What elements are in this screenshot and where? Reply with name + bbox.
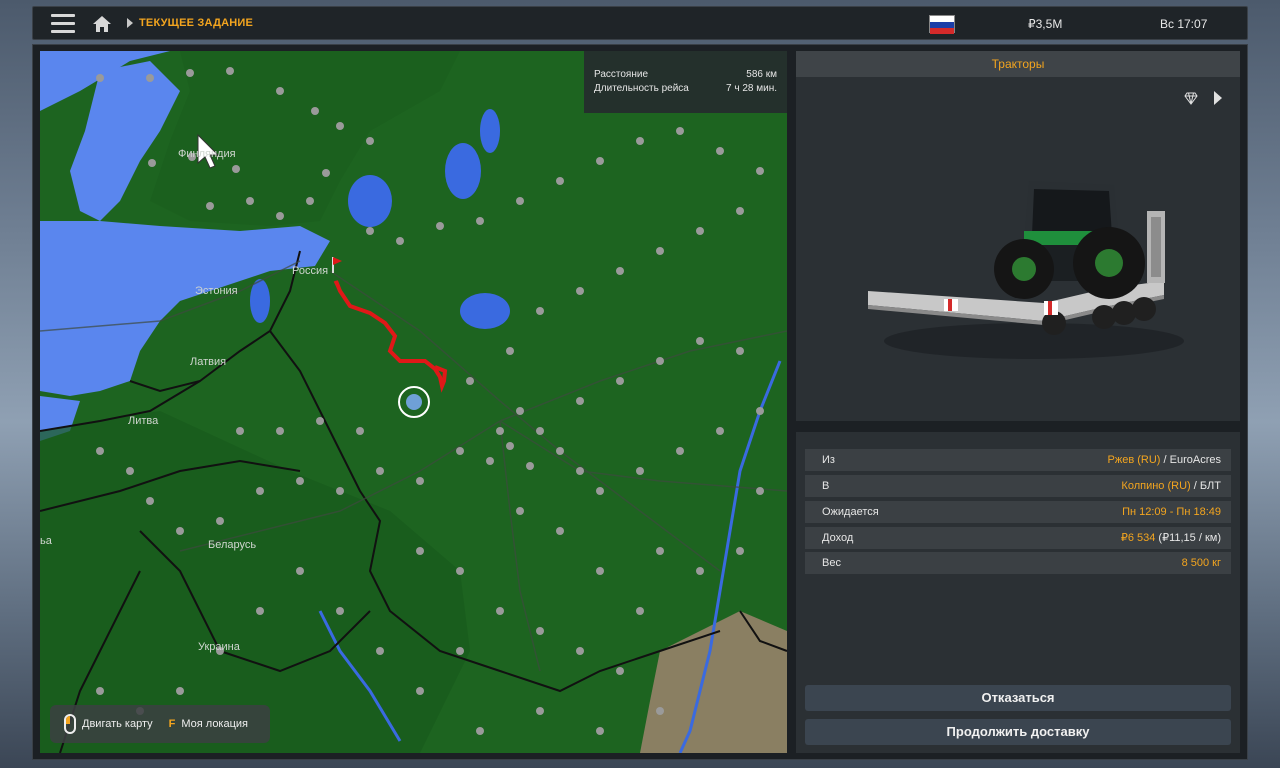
expected-value: Пн 12:09 - Пн 18:49: [1122, 506, 1221, 518]
russia-flag-icon: [929, 15, 955, 34]
from-company: / EuroAcres: [1160, 454, 1221, 466]
map-canvas: [40, 51, 787, 753]
weight-value: 8 500 кг: [1181, 557, 1221, 569]
cargo-title: Тракторы: [796, 51, 1240, 77]
to-label: В: [822, 480, 830, 492]
cargo-panel: Тракторы: [796, 51, 1240, 421]
detail-row-to: В Колпино (RU) / БЛТ: [805, 475, 1231, 497]
to-company: / БЛТ: [1190, 480, 1221, 492]
game-clock: Вс 17:07: [1160, 17, 1208, 31]
map-label-ukraine: Украина: [198, 641, 240, 653]
detail-row-income: Доход ₽6 534 (₽11,15 / км): [805, 527, 1231, 549]
from-label: Из: [822, 454, 835, 466]
to-city: Колпино (RU): [1121, 480, 1191, 492]
from-city: Ржев (RU): [1107, 454, 1161, 466]
map-label-estonia: Эстония: [195, 285, 238, 297]
route-map[interactable]: Финляндия Россия Эстония Латвия Литва Бе…: [40, 51, 787, 753]
my-location-hint[interactable]: Моя локация: [181, 718, 248, 730]
map-label-belarus: Беларусь: [208, 539, 257, 551]
distance-label: Расстояние: [594, 69, 649, 80]
income-value: ₽6 534: [1120, 532, 1156, 544]
detail-row-expected: Ожидается Пн 12:09 - Пн 18:49: [805, 501, 1231, 523]
top-bar: ТЕКУЩЕЕ ЗАДАНИЕ ₽3,5M Вс 17:07: [32, 6, 1248, 40]
gem-icon: [1184, 92, 1198, 105]
location-key: F: [168, 718, 176, 730]
map-label-russia: Россия: [292, 265, 329, 277]
money-balance: ₽3,5M: [1028, 17, 1063, 31]
map-label-latvia: Латвия: [190, 356, 227, 368]
map-controls-hint: Двигать карту F Моя локация: [50, 705, 270, 743]
move-map-hint: Двигать карту: [82, 718, 153, 730]
income-rate: (₽11,15 / км): [1155, 532, 1221, 544]
detail-row-from: Из Ржев (RU) / EuroAcres: [805, 449, 1231, 471]
duration-value: 7 ч 28 мин.: [726, 83, 777, 94]
decline-button[interactable]: Отказаться: [805, 685, 1231, 711]
duration-label: Длительность рейса: [594, 83, 689, 94]
weight-label: Вес: [822, 557, 841, 569]
trailer-tractor-image: [868, 181, 1184, 359]
route-info-box: Расстояние 586 км Длительность рейса 7 ч…: [584, 51, 787, 113]
detail-row-weight: Вес 8 500 кг: [805, 552, 1231, 574]
distance-value: 586 км: [746, 69, 777, 80]
map-label-lithuania: Литва: [128, 415, 159, 427]
breadcrumb-arrow-icon: [127, 18, 133, 28]
map-label-finland: Финляндия: [178, 148, 236, 160]
home-icon[interactable]: [91, 13, 113, 35]
next-arrow-icon[interactable]: [1214, 91, 1222, 105]
expected-label: Ожидается: [822, 506, 879, 518]
breadcrumb: ТЕКУЩЕЕ ЗАДАНИЕ: [139, 17, 254, 29]
mouse-icon: [64, 714, 76, 734]
continue-delivery-button[interactable]: Продолжить доставку: [805, 719, 1231, 745]
income-label: Доход: [822, 532, 854, 544]
map-label-poland-fragment: ьа: [40, 535, 52, 547]
menu-icon[interactable]: [51, 14, 75, 34]
job-details-panel: Из Ржев (RU) / EuroAcres В Колпино (RU) …: [796, 432, 1240, 753]
